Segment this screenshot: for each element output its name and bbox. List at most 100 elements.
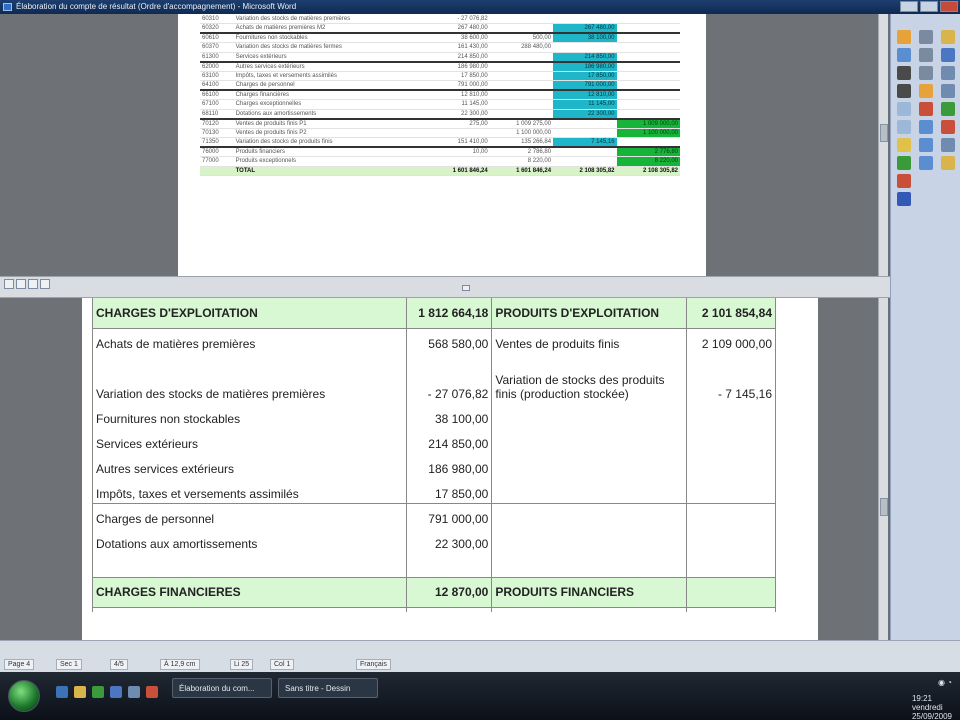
charge-label: Fournitures non stockables: [91, 403, 408, 428]
oval-icon[interactable]: [897, 120, 911, 134]
textbox-icon[interactable]: [897, 138, 911, 152]
line-icon[interactable]: [897, 66, 911, 80]
ledger-label: Autres services extérieurs: [233, 60, 427, 72]
underline-icon[interactable]: [919, 66, 933, 80]
wordart-icon[interactable]: [897, 156, 911, 170]
align-center-icon[interactable]: [919, 138, 933, 152]
scroll-thumb[interactable]: [880, 124, 888, 142]
ledger-produit: [616, 14, 680, 24]
ledger-row: 66100 Charges financières 12 810,00 12 810,…: [200, 89, 680, 100]
charge-amount: 214 850,00: [406, 428, 493, 453]
arrow-icon[interactable]: [897, 84, 911, 98]
ledger-debit: 1 601 846,24: [426, 166, 490, 176]
line-color-icon[interactable]: [897, 192, 911, 206]
fill-color-icon[interactable]: [897, 174, 911, 188]
ledger-produit: [616, 71, 680, 81]
paste-icon[interactable]: [941, 156, 955, 170]
status-bar: Page 4 Sec 1 4/5 À 12,9 cm Li 25 Col 1 F…: [0, 640, 960, 672]
charge-label: Achats de matières premières: [91, 328, 408, 353]
maximize-button[interactable]: [920, 1, 938, 12]
produits-exploitation-label: PRODUITS D'EXPLOITATION: [491, 298, 688, 329]
draw-icon[interactable]: [897, 30, 911, 44]
open-icon[interactable]: [941, 30, 955, 44]
produit-amount: - 7 145,16: [686, 353, 776, 403]
font-color-icon[interactable]: [919, 102, 933, 116]
charges-financieres-amount: 12 870,00: [406, 577, 493, 608]
ledger-code: 63100: [200, 71, 234, 81]
ledger-debit: 214 850,00: [426, 52, 490, 62]
ledger-debit: 161 430,00: [426, 42, 490, 53]
produits-financiers-label: PRODUITS FINANCIERS: [491, 577, 688, 608]
ledger-code: [200, 166, 234, 176]
network-icon[interactable]: ◉: [938, 678, 945, 687]
produit-amount: [686, 403, 776, 428]
page-bottom: CHARGES D'EXPLOITATION 1 812 664,18 PROD…: [82, 298, 818, 640]
cut-icon[interactable]: [941, 120, 955, 134]
split-handle-icon[interactable]: [462, 285, 470, 291]
pane-splitter[interactable]: [0, 276, 890, 298]
produit-label: [491, 478, 688, 503]
charge-amount: - 27 076,82: [406, 353, 493, 403]
highlight-icon[interactable]: [919, 84, 933, 98]
spelling-icon[interactable]: [941, 102, 955, 116]
close-button[interactable]: [940, 1, 958, 12]
desktop-icon[interactable]: [128, 686, 140, 698]
status-section: Sec 1: [56, 659, 82, 670]
ledger-code: 70130: [200, 128, 234, 138]
income-statement-table: CHARGES D'EXPLOITATION 1 812 664,18 PROD…: [91, 298, 776, 612]
ledger-credit: [489, 60, 554, 72]
align-right-icon[interactable]: [919, 156, 933, 170]
ledger-credit: 135 266,84: [489, 137, 554, 148]
ledger-credit: 288 480,00: [489, 42, 554, 53]
produit-label: [491, 503, 688, 528]
align-left-icon[interactable]: [919, 120, 933, 134]
produit-amount: [686, 528, 776, 553]
produit-amount: 2 109 000,00: [686, 328, 776, 353]
normal-view-icon[interactable]: [4, 279, 14, 289]
bottom-pane-scrollbar[interactable]: [878, 298, 888, 640]
italic-icon[interactable]: [919, 48, 933, 62]
copy-icon[interactable]: [941, 138, 955, 152]
ledger-label: Variation des stocks de produits finis: [233, 137, 427, 148]
select-icon[interactable]: [897, 48, 911, 62]
ledger-produit: 2 108 305,82: [616, 166, 680, 176]
produits-financiers-amount[interactable]: [686, 577, 776, 608]
preview-icon[interactable]: [941, 84, 955, 98]
ledger-row: 60320 Achats de matières premières M2 267 …: [200, 23, 680, 34]
minimize-button[interactable]: [900, 1, 918, 12]
word-icon[interactable]: [110, 686, 122, 698]
produit-label: [491, 403, 688, 428]
clock[interactable]: 19:21 vendredi 25/09/2009: [912, 694, 952, 720]
bold-icon[interactable]: [919, 30, 933, 44]
ledger-produit: [616, 137, 680, 148]
outline-view-icon[interactable]: [40, 279, 50, 289]
task-word[interactable]: Élaboration du com...: [172, 678, 272, 698]
header-row-financier: CHARGES FINANCIERES 12 870,00 PRODUITS F…: [91, 577, 776, 608]
web-view-icon[interactable]: [16, 279, 26, 289]
save-icon[interactable]: [941, 48, 955, 62]
folder-icon[interactable]: [74, 686, 86, 698]
standard-toolbar: [939, 30, 957, 170]
formatting-toolbar: [917, 30, 935, 170]
charge-label: Variation des stocks de matières premièr…: [91, 353, 408, 403]
scroll-thumb[interactable]: [880, 498, 888, 516]
statement-row: Autres services extérieurs 186 980,00: [91, 453, 776, 478]
browser-icon[interactable]: [56, 686, 68, 698]
print-icon[interactable]: [941, 66, 955, 80]
clock-day: vendredi: [911, 703, 943, 712]
rectangle-icon[interactable]: [897, 102, 911, 116]
print-view-icon[interactable]: [28, 279, 38, 289]
app-icon[interactable]: [146, 686, 158, 698]
ledger-charge: 12 810,00: [553, 89, 617, 100]
media-icon[interactable]: [92, 686, 104, 698]
start-button[interactable]: [8, 680, 40, 712]
volume-icon[interactable]: ◔: [947, 678, 952, 687]
statement-row: Charges de personnel 791 000,00: [91, 503, 776, 528]
ledger-charge: 791 000,00: [553, 80, 617, 91]
task-paint[interactable]: Sans titre - Dessin: [278, 678, 378, 698]
charge-amount: 568 580,00: [406, 328, 493, 353]
top-pane-scrollbar[interactable]: [878, 14, 888, 276]
charges-exploitation-label: CHARGES D'EXPLOITATION: [91, 298, 408, 329]
ledger-credit: [489, 23, 554, 34]
clock-date: 25/09/2009: [911, 712, 952, 720]
